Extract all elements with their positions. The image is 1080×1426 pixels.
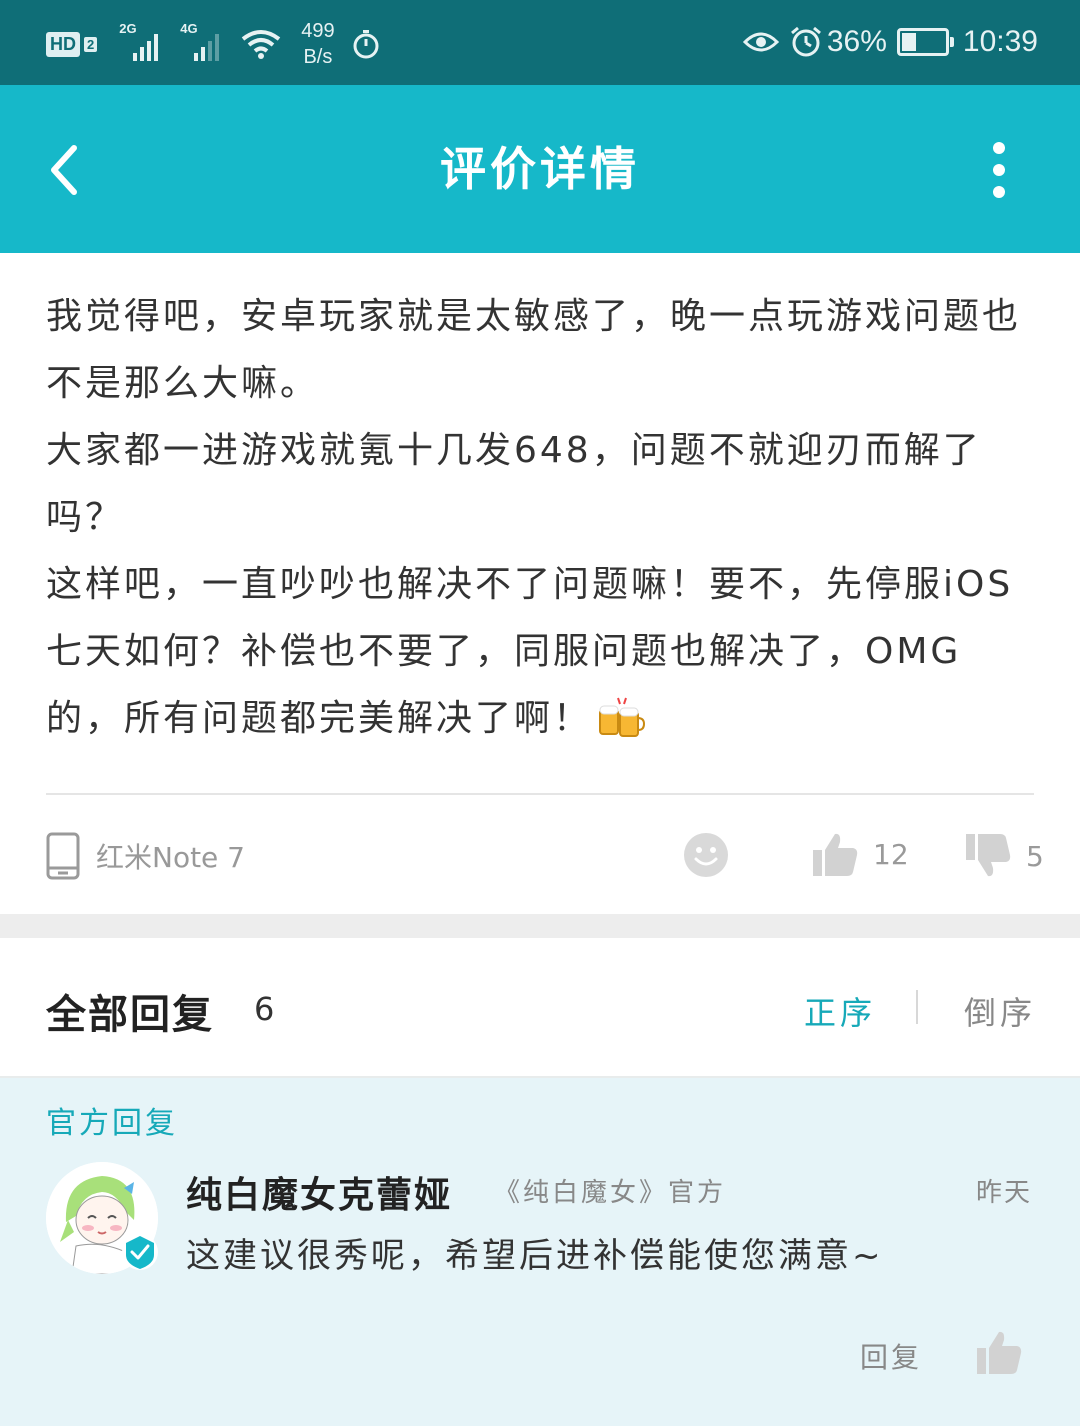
sim1-network-type: 2G: [119, 21, 137, 36]
reply-text: 这建议很秀呢，希望后进补偿能使您满意~: [186, 1236, 884, 1276]
network-speed-value: 499: [301, 20, 335, 42]
smiley-icon[interactable]: [683, 832, 729, 878]
dislike-count: 5: [1026, 839, 1044, 873]
beer-mugs-icon: [599, 697, 646, 737]
alarm-icon: [790, 26, 821, 57]
review-paragraph: 大家都一进游戏就氪十几发648，问题不就迎刃而解了吗？: [46, 430, 982, 538]
phone-icon: [46, 832, 80, 880]
device-name: 红米Note 7: [96, 841, 245, 874]
battery-percent: 36%: [826, 25, 887, 58]
reply-author-source: 《纯白魔女》官方: [494, 1178, 727, 1208]
hd-sim-number: 2: [84, 36, 98, 52]
more-vertical-icon[interactable]: [982, 140, 1016, 200]
verified-badge-icon: [122, 1234, 158, 1270]
reply-button[interactable]: 回复: [860, 1336, 922, 1376]
review-paragraph-text: 这样吧，一直吵吵也解决不了问题嘛！要不，先停服iOS七天如何？补偿也不要了，同服…: [46, 564, 1014, 739]
like-button[interactable]: 12: [811, 830, 909, 878]
app-header: 评价详情: [0, 85, 1080, 253]
network-speed-unit: B/s: [303, 46, 333, 68]
dislike-button[interactable]: 5: [964, 832, 1044, 880]
review-content: 我觉得吧，安卓玩家就是太敏感了，晚一点玩游戏问题也不是那么大嘛。 大家都一进游戏…: [46, 283, 1036, 752]
sort-ascending-tab[interactable]: 正序: [804, 988, 876, 1034]
sim2-network-type: 4G: [180, 21, 198, 36]
replies-header: 全部回复 6 正序 倒序: [0, 938, 1080, 1078]
review-paragraph: 我觉得吧，安卓玩家就是太敏感了，晚一点玩游戏问题也不是那么大嘛。: [46, 296, 1022, 404]
status-bar: HD 2 2G 4G 499 B/s 36% 10:39: [0, 0, 1080, 85]
content-divider: [46, 793, 1034, 795]
status-right: 36% 10:39: [742, 18, 1038, 66]
wifi-icon: [242, 30, 281, 59]
status-left: HD 2 2G 4G 499 B/s: [46, 14, 381, 74]
signal-sim1-icon: 2G: [119, 21, 159, 61]
replies-title: 全部回复: [46, 992, 214, 1038]
eye-comfort-icon: [742, 32, 779, 52]
thumbs-up-icon: [813, 833, 858, 876]
hd-volte-indicator: HD 2: [46, 31, 98, 57]
page-title: 评价详情: [440, 142, 640, 196]
sort-descending-tab[interactable]: 倒序: [964, 988, 1036, 1034]
official-reply-label: 官方回复: [46, 1106, 178, 1141]
stopwatch-icon: [353, 30, 379, 59]
network-speed: 499 B/s: [301, 18, 334, 70]
section-gap: [0, 914, 1080, 938]
signal-sim2-icon: 4G: [180, 21, 220, 61]
reply-time: 昨天: [976, 1178, 1033, 1208]
sort-separator: [916, 990, 918, 1024]
device-info: 红米Note 7: [46, 832, 245, 880]
like-count: 12: [873, 837, 909, 871]
battery-icon: [896, 28, 954, 56]
thumbs-down-icon: [966, 834, 1011, 877]
hd-label: HD: [46, 31, 80, 57]
clock-time: 10:39: [962, 25, 1038, 58]
reply-author-name[interactable]: 纯白魔女克蕾娅: [186, 1166, 452, 1218]
replies-count: 6: [254, 990, 275, 1028]
thumbs-up-icon[interactable]: [975, 1328, 1023, 1376]
review-meta-row: 红米Note 7 12 5: [0, 820, 1080, 890]
official-reply-card: 官方回复 纯白魔女克蕾娅 《纯白魔女》官方 昨天 这建议很秀呢，希望后进补偿能使…: [0, 1078, 1080, 1426]
review-paragraph: 这样吧，一直吵吵也解决不了问题嘛！要不，先停服iOS七天如何？补偿也不要了，同服…: [46, 551, 1036, 752]
